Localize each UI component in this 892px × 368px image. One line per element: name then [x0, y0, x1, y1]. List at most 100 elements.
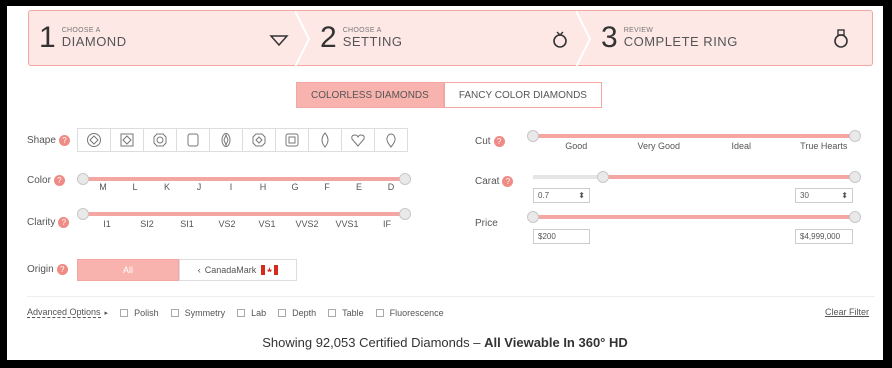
cut-tick[interactable]: Very Good — [618, 141, 701, 151]
shape-cushion[interactable] — [143, 128, 177, 152]
clarity-tick[interactable]: IF — [367, 219, 407, 229]
color-tick[interactable]: I — [215, 182, 247, 192]
shape-oval[interactable] — [209, 128, 243, 152]
price-min-value: $200 — [538, 232, 556, 241]
clarity-tick[interactable]: I1 — [87, 219, 127, 229]
checkbox-label: Depth — [292, 307, 317, 318]
shape-emerald[interactable] — [275, 128, 309, 152]
checkbox-label: Lab — [251, 307, 267, 318]
shape-label: Shape? — [27, 135, 70, 146]
table-checkbox[interactable]: Table — [328, 308, 364, 318]
color-tick[interactable]: F — [311, 182, 343, 192]
checkbox-box[interactable] — [278, 308, 287, 317]
color-tick[interactable]: E — [343, 182, 375, 192]
shape-radiant[interactable] — [242, 128, 276, 152]
carat-min-select[interactable]: 0.7 ⬍ — [533, 188, 590, 203]
shape-pear[interactable] — [374, 128, 408, 152]
origin-selector: All ‹ CanadaMark — [77, 259, 297, 281]
price-min-input[interactable]: $200 — [533, 229, 590, 244]
color-tick[interactable]: M — [87, 182, 119, 192]
checkbox-box[interactable] — [120, 308, 129, 317]
clarity-slider-track[interactable] — [77, 208, 411, 220]
shape-label-text: Shape — [27, 135, 56, 146]
clarity-tick[interactable]: VVS1 — [327, 219, 367, 229]
carat-slider-min-handle[interactable] — [597, 171, 609, 183]
select-arrows-icon: ⬍ — [841, 191, 848, 200]
pear-shape-icon — [386, 133, 396, 148]
canada-flag-icon — [261, 265, 279, 275]
fluorescence-checkbox[interactable]: Fluorescence — [375, 307, 444, 318]
step-number: 2 — [320, 21, 337, 54]
color-slider-track[interactable] — [77, 173, 411, 185]
results-highlight: All Viewable In 360° HD — [484, 335, 628, 350]
clarity-tick[interactable]: SI1 — [167, 219, 207, 229]
checkbox-label: Symmetry — [184, 307, 226, 318]
symmetry-checkbox[interactable]: Symmetry — [170, 307, 226, 318]
tab-colorless-diamonds[interactable]: COLORLESS DIAMONDS — [296, 82, 444, 108]
cut-tick[interactable]: Ideal — [700, 141, 783, 151]
checkbox-box[interactable] — [375, 308, 384, 317]
advanced-options-link[interactable]: Advanced Options — [27, 307, 101, 318]
clear-filter-link[interactable]: Clear Filter — [825, 307, 869, 317]
help-icon[interactable]: ? — [58, 217, 70, 228]
color-tick[interactable]: J — [183, 182, 215, 192]
price-slider-track[interactable] — [527, 211, 861, 223]
origin-all-button[interactable]: All — [77, 259, 179, 281]
help-icon[interactable]: ? — [58, 135, 70, 146]
help-icon[interactable]: ? — [493, 136, 505, 147]
carat-slider-max-handle[interactable] — [849, 171, 861, 183]
step-review-ring[interactable]: 3 REVIEW COMPLETE RING — [591, 11, 872, 65]
help-icon[interactable]: ? — [502, 176, 514, 187]
clarity-tick[interactable]: VS1 — [247, 219, 287, 229]
princess-shape-icon — [120, 133, 134, 147]
advanced-options-bar: Advanced Options ▸ Polish Symmetry Lab D… — [27, 307, 444, 318]
price-max-input[interactable]: $4,999,000 — [795, 229, 853, 244]
step-choose-setting[interactable]: 2 CHOOSE A SETTING — [310, 11, 592, 67]
carat-slider-track[interactable] — [533, 171, 861, 183]
checkbox-label: Polish — [134, 307, 159, 318]
step-number: 1 — [39, 21, 56, 54]
shape-marquise[interactable] — [308, 128, 342, 152]
color-tick[interactable]: K — [151, 182, 183, 192]
step-choose-diamond[interactable]: 1 CHOOSE A DIAMOND — [29, 11, 311, 67]
oval-shape-icon — [221, 133, 231, 147]
clarity-tick[interactable]: VVS2 — [287, 219, 327, 229]
color-tick[interactable]: D — [375, 182, 407, 192]
color-tick[interactable]: G — [279, 182, 311, 192]
carat-max-select[interactable]: 30 ⬍ — [795, 188, 853, 203]
color-tick[interactable]: H — [247, 182, 279, 192]
polish-checkbox[interactable]: Polish — [120, 308, 159, 318]
heart-shape-icon — [351, 134, 365, 147]
help-icon[interactable]: ? — [53, 175, 65, 186]
tab-fancy-color-diamonds[interactable]: FANCY COLOR DIAMONDS — [443, 82, 602, 108]
divider — [27, 296, 875, 297]
shape-princess[interactable] — [110, 128, 144, 152]
checkbox-box[interactable] — [237, 308, 246, 317]
depth-checkbox[interactable]: Depth — [278, 308, 316, 318]
help-icon[interactable]: ? — [56, 264, 68, 275]
cut-slider-track[interactable] — [527, 130, 861, 142]
asscher-shape-icon — [187, 133, 199, 147]
price-slider-max-handle[interactable] — [849, 211, 861, 223]
checkbox-box[interactable] — [170, 308, 179, 317]
step-title: COMPLETE RING — [623, 34, 738, 49]
clarity-tick[interactable]: SI2 — [127, 219, 167, 229]
radiant-shape-icon — [252, 133, 266, 147]
carat-min-value: 0.7 — [538, 191, 550, 200]
shape-heart[interactable] — [341, 128, 375, 152]
cut-tick[interactable]: Good — [535, 141, 618, 151]
price-slider-min-handle[interactable] — [527, 211, 539, 223]
checkbox-label: Fluorescence — [389, 307, 444, 318]
shape-round[interactable] — [77, 128, 111, 152]
step-title: DIAMOND — [61, 34, 127, 49]
diamond-search-panel: 1 CHOOSE A DIAMOND 2 CHOOSE A SETTING 3 … — [7, 6, 883, 360]
checkbox-box[interactable] — [328, 308, 337, 317]
select-arrows-icon: ⬍ — [578, 191, 585, 200]
clarity-tick[interactable]: VS2 — [207, 219, 247, 229]
shape-asscher[interactable] — [176, 128, 210, 152]
cut-tick[interactable]: True Hearts — [783, 141, 866, 151]
color-ticks: M L K J I H G F E D — [87, 182, 407, 192]
lab-checkbox[interactable]: Lab — [237, 308, 266, 318]
color-tick[interactable]: L — [119, 182, 151, 192]
origin-canadamark-button[interactable]: ‹ CanadaMark — [179, 259, 297, 281]
